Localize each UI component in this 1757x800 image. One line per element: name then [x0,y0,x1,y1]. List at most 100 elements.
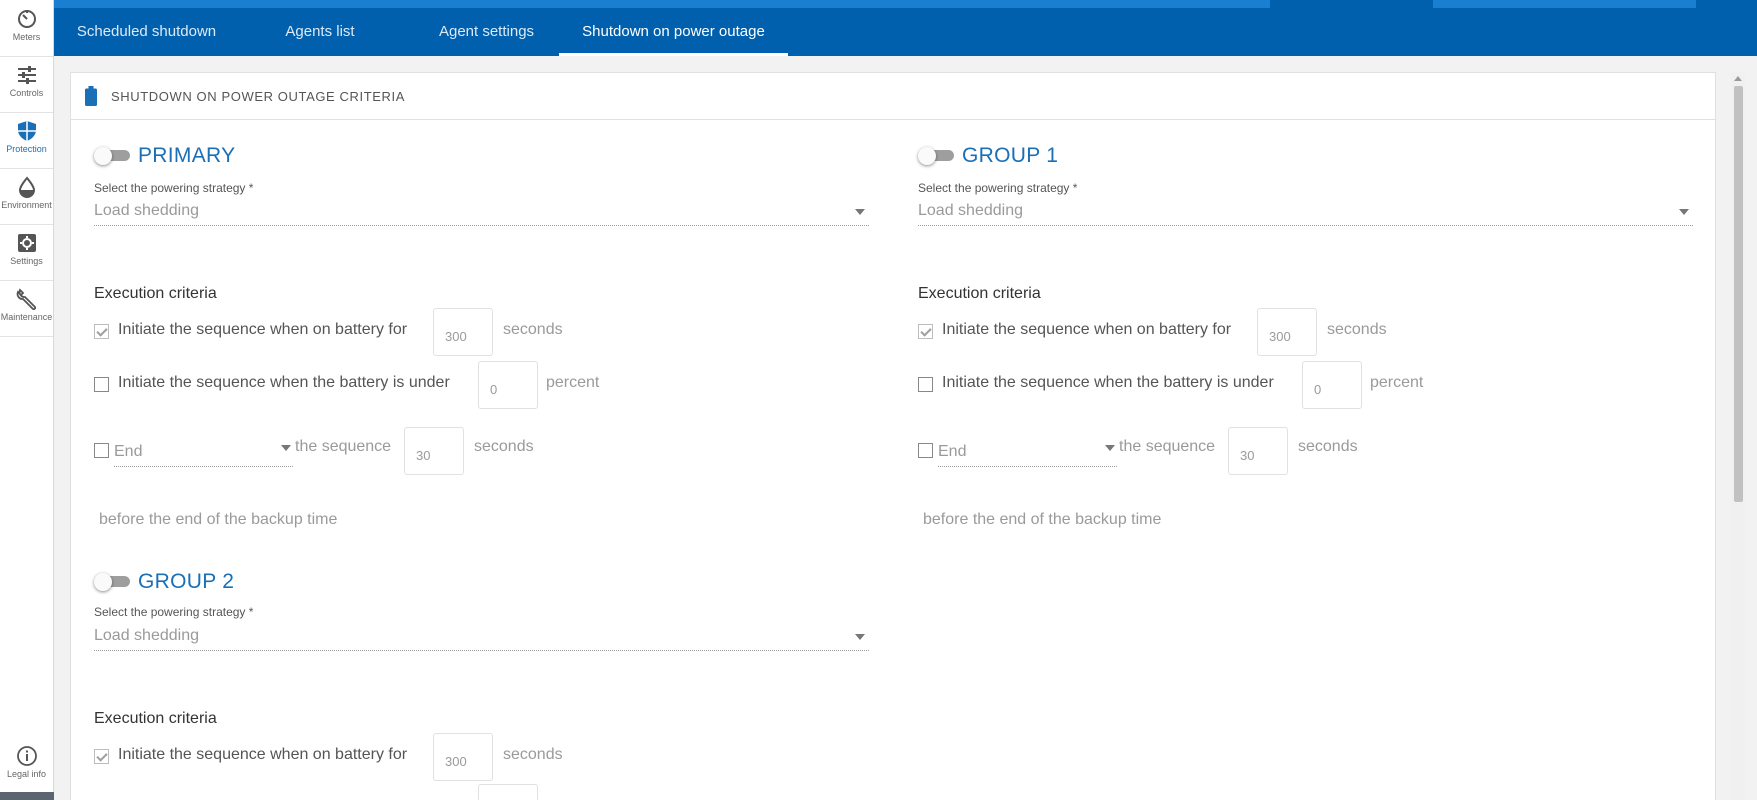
powering-strategy-select[interactable]: Load shedding [94,198,869,226]
group-1: GROUP 1 Select the powering strategy * L… [918,136,1693,536]
backup-time-label: before the end of the backup time [923,511,1162,528]
end-sequence-select[interactable]: End [114,443,293,467]
powering-strategy-select[interactable]: Load shedding [94,623,869,651]
chevron-down-icon [1105,445,1115,451]
sidebar-item-maintenance[interactable]: Maintenance [0,280,53,336]
tab-shutdown-on-power-outage[interactable]: Shutdown on power outage [559,8,788,56]
group2-enable-toggle[interactable] [94,573,130,591]
group-title: GROUP 2 [138,570,235,593]
sidebar-item-label: Settings [10,256,43,266]
primary-enable-toggle[interactable] [94,147,130,165]
shield-icon [16,120,38,142]
top-accent-strip [54,0,1270,8]
scrollbar-thumb[interactable] [1734,86,1743,502]
battery-time-label: Initiate the sequence when on battery fo… [118,321,408,338]
strategy-select-label: Select the powering strategy * [94,181,254,195]
end-sequence-checkbox[interactable] [918,443,933,458]
top-tab-bar: Scheduled shutdown Agents list Agent set… [54,0,1757,56]
sidebar-item-environment[interactable]: Environment [0,168,53,224]
criteria-row-battery-time: Initiate the sequence when on battery fo… [94,733,869,781]
wrench-icon [16,288,38,310]
chevron-down-icon [281,445,291,451]
strategy-select-value: Load shedding [918,202,1023,219]
battery-level-label: Initiate the sequence when the battery i… [942,374,1274,391]
sidebar-divider [0,336,53,337]
powering-strategy-select[interactable]: Load shedding [918,198,1693,226]
strategy-select-value: Load shedding [94,202,199,219]
info-icon [16,745,38,767]
execution-criteria-title: Execution criteria [94,285,217,302]
group-title: GROUP 1 [962,144,1059,167]
sidebar: Meters Controls Protection Environment S… [0,0,54,800]
sidebar-footer-bar [0,792,54,800]
end-sequence-select[interactable]: End [938,443,1117,467]
group-2: GROUP 2 Select the powering strategy * L… [94,562,869,800]
card-header: SHUTDOWN ON POWER OUTAGE CRITERIA [71,73,1715,120]
tab-agents-list[interactable]: Agents list [247,8,393,56]
sidebar-item-label: Legal info [6,769,47,779]
battery-time-label: Initiate the sequence when on battery fo… [942,321,1232,338]
criteria-row-end-sequence: End the sequence 30 seconds [94,427,869,475]
sidebar-item-legal-info[interactable]: Legal info [0,737,53,793]
group-primary: PRIMARY Select the powering strategy * L… [94,136,869,536]
sidebar-item-label: Maintenance [0,312,53,322]
battery-time-input[interactable]: 300 [433,308,493,356]
sidebar-item-label: Meters [12,32,41,42]
chevron-down-icon [855,209,865,215]
battery-time-checkbox[interactable] [94,749,109,764]
group1-enable-toggle[interactable] [918,147,954,165]
battery-time-checkbox[interactable] [94,324,109,339]
battery-time-unit: seconds [503,746,563,763]
sidebar-item-controls[interactable]: Controls [0,56,53,112]
battery-time-input[interactable]: 300 [433,733,493,781]
sidebar-item-label: Protection [6,144,47,154]
battery-icon [85,86,97,106]
strategy-select-label: Select the powering strategy * [918,181,1078,195]
battery-time-unit: seconds [503,321,563,338]
sidebar-item-protection[interactable]: Protection [0,112,53,168]
battery-time-checkbox[interactable] [918,324,933,339]
end-sequence-label: the sequence [1119,438,1216,455]
battery-level-input[interactable]: 0 [478,361,538,409]
execution-criteria-title: Execution criteria [918,285,1041,302]
drop-icon [16,176,38,198]
criteria-row-battery-level: Initiate the sequence when the battery i… [918,361,1693,409]
battery-time-input[interactable]: 300 [1257,308,1317,356]
card-title: SHUTDOWN ON POWER OUTAGE CRITERIA [111,89,406,104]
criteria-row-battery-time: Initiate the sequence when on battery fo… [918,308,1693,356]
scroll-up-arrow-icon[interactable] [1734,76,1742,81]
battery-time-label: Initiate the sequence when on battery fo… [118,746,408,763]
sidebar-item-label: Controls [9,88,44,98]
sliders-icon [16,64,38,86]
tab-agent-settings[interactable]: Agent settings [401,8,572,56]
end-sequence-input[interactable]: 30 [404,427,464,475]
sidebar-item-label: Environment [1,200,52,210]
battery-level-checkbox[interactable] [918,377,933,392]
strategy-select-label: Select the powering strategy * [94,605,254,619]
end-sequence-value: End [114,443,143,460]
sidebar-item-meters[interactable]: Meters [0,0,53,56]
end-sequence-value: End [938,443,967,460]
end-sequence-unit: seconds [474,438,534,455]
gear-icon [16,232,38,254]
criteria-row-end-sequence: End the sequence 30 seconds [918,427,1693,475]
battery-level-unit: percent [1370,374,1424,391]
chevron-down-icon [1679,209,1689,215]
battery-level-checkbox[interactable] [94,377,109,392]
battery-level-label: Initiate the sequence when the battery i… [118,374,450,391]
page-scrollbar[interactable] [1731,72,1745,800]
end-sequence-unit: seconds [1298,438,1358,455]
tab-scheduled-shutdown[interactable]: Scheduled shutdown [54,8,239,56]
end-sequence-input[interactable]: 30 [1228,427,1288,475]
strategy-select-value: Load shedding [94,627,199,644]
sidebar-item-settings[interactable]: Settings [0,224,53,280]
battery-level-unit: percent [546,374,600,391]
end-sequence-label: the sequence [295,438,392,455]
group-title: PRIMARY [138,144,236,167]
criteria-card: SHUTDOWN ON POWER OUTAGE CRITERIA PRIMAR… [70,72,1716,800]
chevron-down-icon [855,634,865,640]
battery-level-input[interactable]: 0 [1302,361,1362,409]
battery-time-unit: seconds [1327,321,1387,338]
end-sequence-checkbox[interactable] [94,443,109,458]
battery-level-input-partial[interactable] [478,784,538,800]
